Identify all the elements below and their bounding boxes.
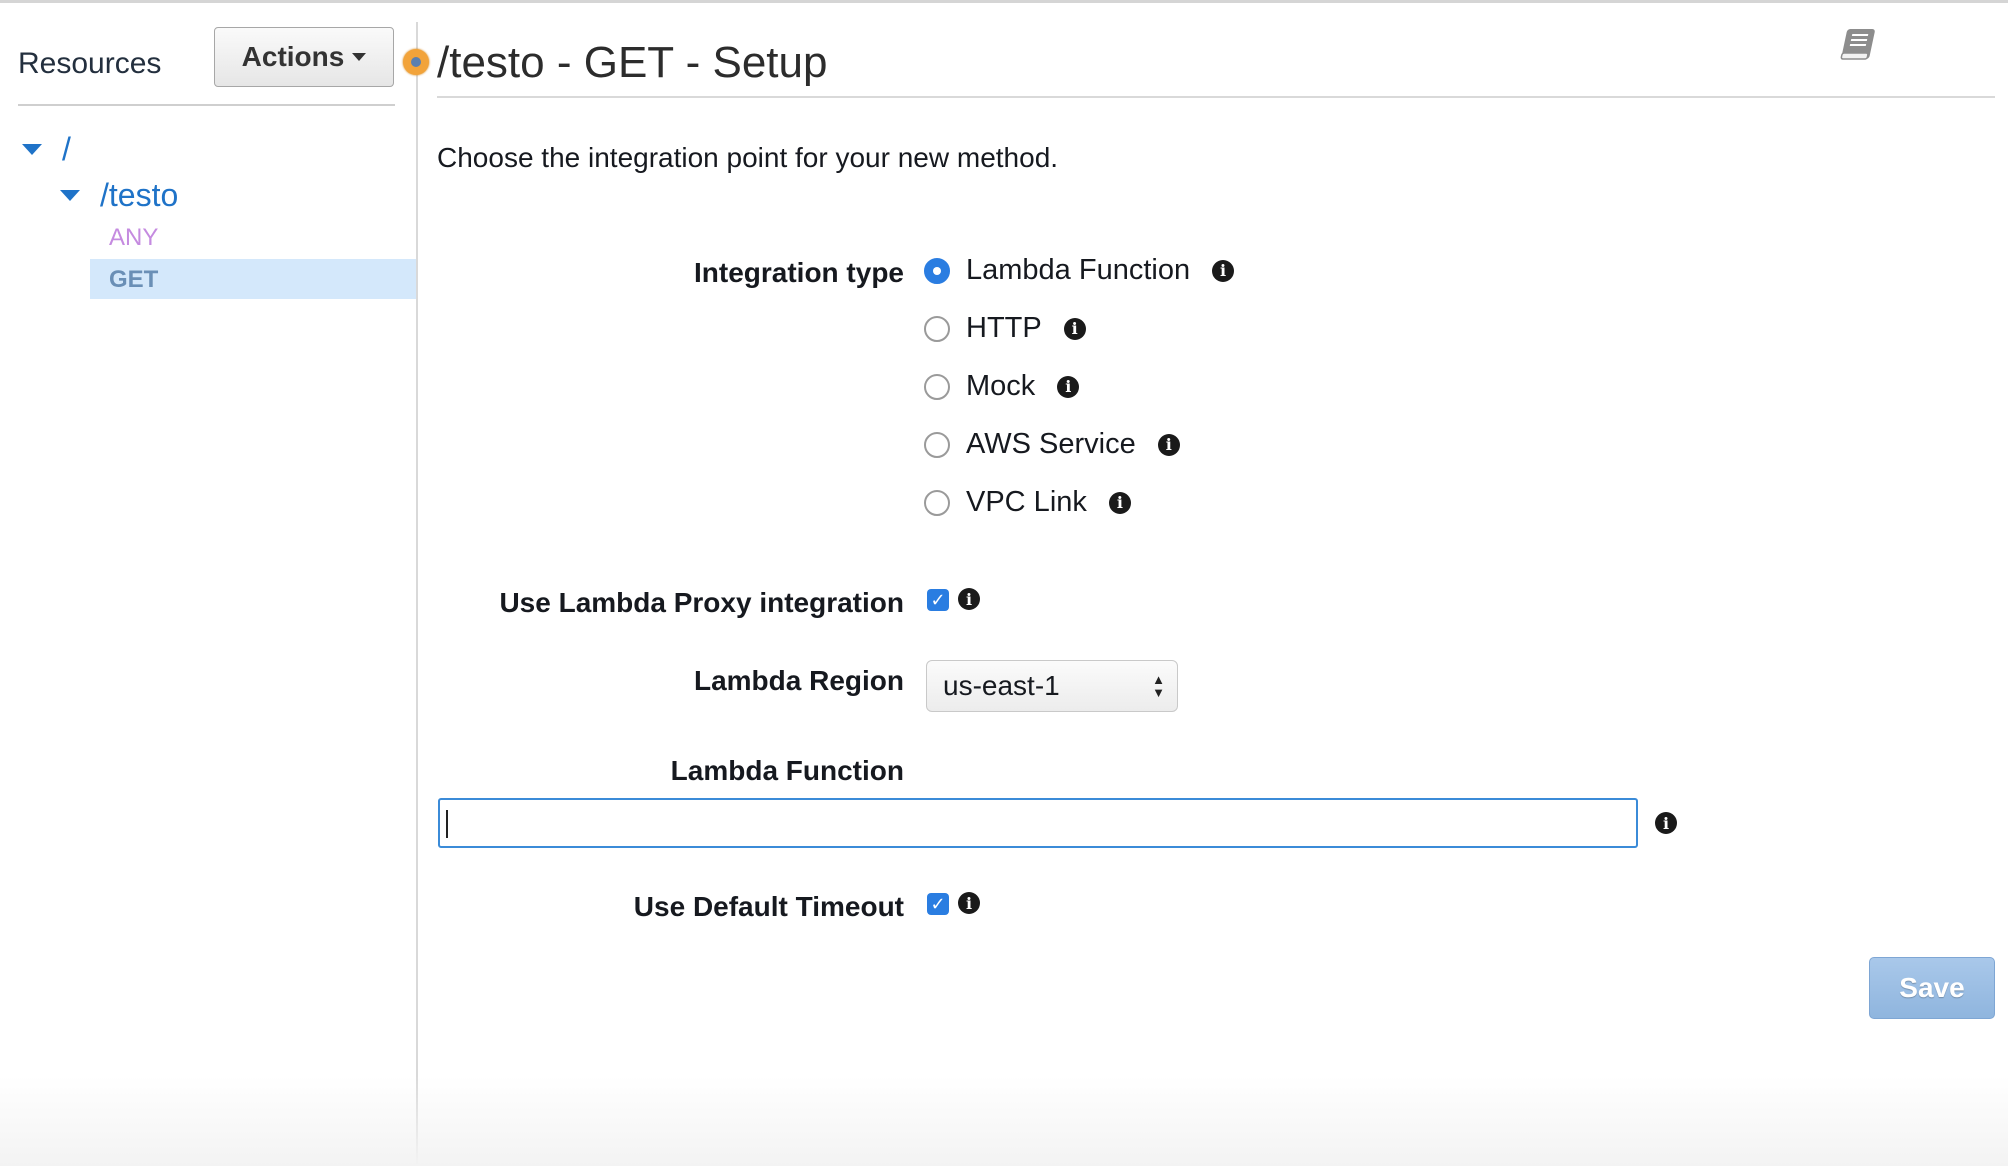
- default-timeout-checkbox[interactable]: ✓: [927, 893, 949, 915]
- radio-label[interactable]: HTTP: [966, 312, 1042, 345]
- tree-node-root-label[interactable]: /: [62, 131, 71, 168]
- radio-label[interactable]: VPC Link: [966, 486, 1087, 519]
- radio-label[interactable]: Mock: [966, 370, 1035, 403]
- proxy-integration-label: Use Lambda Proxy integration: [499, 587, 904, 618]
- tree-node-root[interactable]: /: [22, 131, 71, 168]
- tree-node-testo-label[interactable]: /testo: [100, 177, 178, 214]
- default-timeout-label: Use Default Timeout: [633, 891, 904, 922]
- radio-button[interactable]: [924, 373, 950, 400]
- title-divider: [437, 96, 1995, 98]
- radio-label[interactable]: AWS Service: [966, 428, 1136, 461]
- actions-label: Actions: [241, 41, 345, 72]
- radio-button-checked[interactable]: [924, 257, 950, 284]
- radio-button[interactable]: [924, 489, 950, 516]
- radio-button[interactable]: [924, 315, 950, 342]
- actions-button[interactable]: Actions: [214, 27, 394, 87]
- info-icon[interactable]: i: [1057, 375, 1080, 398]
- info-icon[interactable]: i: [958, 588, 980, 610]
- tree-node-testo[interactable]: /testo: [60, 177, 178, 214]
- info-icon[interactable]: i: [1108, 491, 1131, 514]
- lambda-region-label: Lambda Region: [693, 665, 904, 696]
- info-icon[interactable]: i: [1655, 812, 1677, 834]
- radio-lambda-function[interactable]: Lambda Function i: [924, 254, 1235, 287]
- radio-aws-service[interactable]: AWS Service i: [924, 428, 1180, 461]
- info-icon[interactable]: i: [958, 892, 980, 914]
- status-dot-icon: [403, 49, 429, 75]
- method-get[interactable]: GET: [109, 266, 158, 294]
- radio-label[interactable]: Lambda Function: [966, 254, 1190, 287]
- lambda-region-select[interactable]: us-east-1 ▲ ▼: [926, 660, 1178, 712]
- info-icon[interactable]: i: [1157, 433, 1180, 456]
- info-icon[interactable]: i: [1212, 259, 1235, 282]
- save-button[interactable]: Save: [1869, 957, 1995, 1019]
- lambda-function-label: Lambda Function: [670, 755, 904, 786]
- lambda-function-input[interactable]: [438, 798, 1638, 848]
- caret-down-icon: [352, 53, 367, 61]
- sidebar-divider: [416, 22, 418, 1166]
- page-title: /testo - GET - Setup: [437, 38, 828, 87]
- select-arrows-icon: ▲ ▼: [1152, 672, 1165, 700]
- radio-button[interactable]: [924, 431, 950, 458]
- resources-sidebar: Resources Actions / /testo ANY GET: [0, 3, 417, 1166]
- proxy-integration-checkbox[interactable]: ✓: [927, 589, 949, 611]
- radio-mock[interactable]: Mock i: [924, 370, 1080, 403]
- text-cursor: [446, 810, 448, 838]
- info-icon[interactable]: i: [1063, 317, 1086, 340]
- checkmark-icon: ✓: [930, 589, 946, 610]
- intro-text: Choose the integration point for your ne…: [437, 142, 1059, 173]
- bottom-fade: [0, 1076, 2008, 1166]
- checkmark-icon: ✓: [930, 893, 946, 914]
- lambda-region-value: us-east-1: [943, 670, 1060, 701]
- resources-divider: [18, 104, 395, 106]
- tree-expand-icon[interactable]: [22, 144, 42, 155]
- radio-vpc-link[interactable]: VPC Link i: [924, 486, 1131, 519]
- method-any[interactable]: ANY: [109, 224, 158, 252]
- resources-title: Resources: [18, 47, 162, 80]
- book-icon[interactable]: [1838, 26, 1878, 66]
- radio-http[interactable]: HTTP i: [924, 312, 1086, 345]
- tree-expand-icon[interactable]: [60, 190, 80, 201]
- integration-type-label: Integration type: [693, 257, 904, 288]
